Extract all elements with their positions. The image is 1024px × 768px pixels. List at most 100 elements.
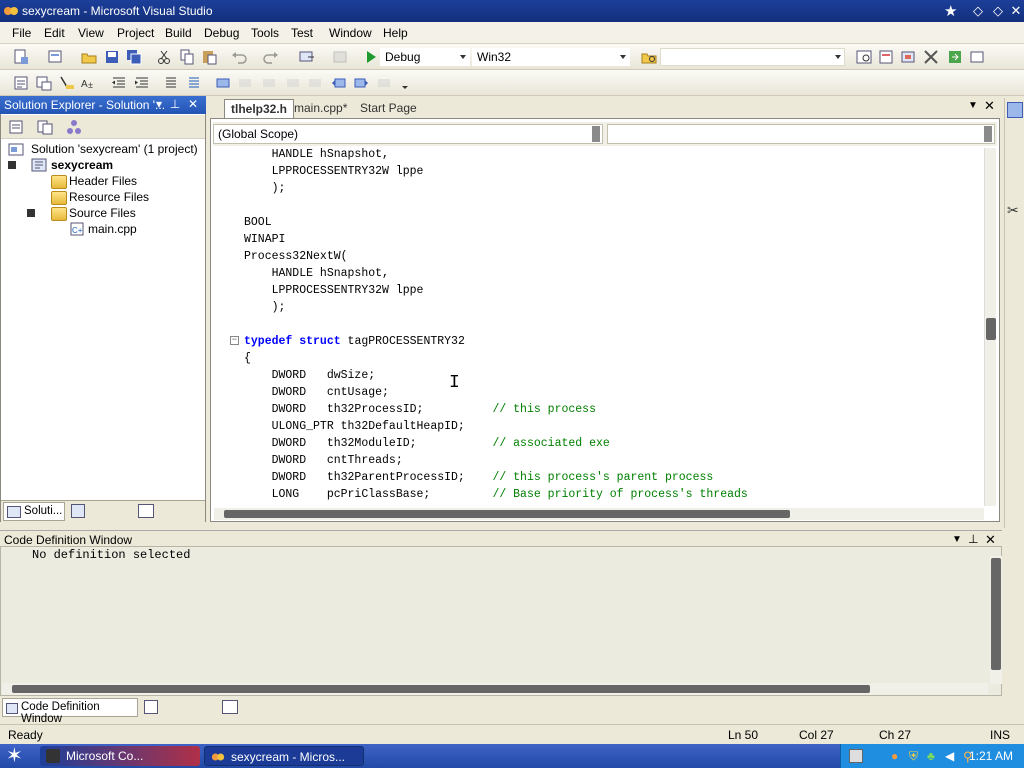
next-bookmark-folder-icon[interactable] <box>306 74 324 92</box>
taskbar-item-browser[interactable]: Microsoft Co... <box>40 746 200 766</box>
collapse-icon[interactable] <box>8 161 16 169</box>
menu-test[interactable]: Test <box>291 26 313 40</box>
window-layout-icon[interactable] <box>968 48 986 66</box>
tab-output-icon[interactable] <box>222 700 238 714</box>
tree-project[interactable]: sexycream <box>51 158 113 172</box>
add-item-icon[interactable] <box>46 48 64 66</box>
quick-info-icon[interactable] <box>58 74 76 92</box>
tree-source-files[interactable]: Source Files <box>69 206 136 220</box>
collapse-icon[interactable] <box>27 209 35 217</box>
toolbox-icon[interactable]: ✂ <box>1007 202 1023 218</box>
outline-collapse-icon[interactable]: − <box>230 336 239 345</box>
scope-select[interactable]: (Global Scope) <box>213 124 603 144</box>
code-area[interactable]: HANDLE hSnapshot, LPPROCESSENTRY32W lppe… <box>214 148 984 506</box>
redo-icon[interactable] <box>262 48 280 66</box>
solution-explorer-icon[interactable] <box>855 48 873 66</box>
undo-icon[interactable] <box>230 48 248 66</box>
decrease-indent-icon[interactable] <box>110 74 128 92</box>
class-view-icon[interactable] <box>65 118 83 136</box>
open-file-icon[interactable] <box>80 48 98 66</box>
toolbox-icon[interactable] <box>922 48 940 66</box>
horizontal-scroll-thumb[interactable] <box>224 510 790 518</box>
cut-icon[interactable] <box>155 48 173 66</box>
tab-code-definition[interactable]: Code Definition Window <box>2 698 138 725</box>
tab-solution-explorer[interactable]: Soluti... <box>3 502 65 521</box>
keyboard-icon[interactable] <box>849 749 863 763</box>
close-icon[interactable]: ✕ <box>1006 2 1024 20</box>
start-debug-icon[interactable] <box>362 48 380 66</box>
tree-header-files[interactable]: Header Files <box>69 174 137 188</box>
member-select[interactable] <box>607 124 995 144</box>
close-pane-icon[interactable]: ✕ <box>186 97 200 111</box>
previous-bookmark-folder-icon[interactable] <box>284 74 302 92</box>
network-icon[interactable]: ♣ <box>927 749 941 763</box>
start-star-icon[interactable]: ✶ <box>6 745 32 767</box>
tree-main-cpp[interactable]: main.cpp <box>88 222 137 236</box>
paste-icon[interactable] <box>200 48 218 66</box>
minimize-icon[interactable]: ◇ <box>968 2 988 20</box>
toolbar-options-icon[interactable] <box>396 74 408 92</box>
next-bookmark-icon[interactable] <box>260 74 278 92</box>
tree-resource-files[interactable]: Resource Files <box>69 190 149 204</box>
previous-bookmark-doc-icon[interactable] <box>330 74 348 92</box>
menu-debug[interactable]: Debug <box>204 26 239 40</box>
clear-bookmarks-icon[interactable] <box>375 74 393 92</box>
scope-dropdown-handle[interactable] <box>592 126 600 142</box>
solution-config-select[interactable]: Debug <box>380 48 470 66</box>
increase-indent-icon[interactable] <box>133 74 151 92</box>
menu-view[interactable]: View <box>78 26 104 40</box>
save-all-icon[interactable] <box>125 48 143 66</box>
vertical-scroll-thumb[interactable] <box>986 318 996 340</box>
menu-help[interactable]: Help <box>383 26 408 40</box>
code-definition-hscroll[interactable] <box>2 683 988 695</box>
start-page-icon[interactable] <box>946 48 964 66</box>
copy-icon[interactable] <box>178 48 196 66</box>
uncomment-lines-icon[interactable] <box>185 74 203 92</box>
restore-icon[interactable]: ◇ <box>988 2 1008 20</box>
security-shield-icon[interactable]: ⛨ <box>909 749 921 763</box>
tree-solution[interactable]: Solution 'sexycream' (1 project) <box>31 142 198 156</box>
toggle-bookmark-icon[interactable] <box>214 74 232 92</box>
show-all-files-icon[interactable] <box>36 118 54 136</box>
comment-lines-icon[interactable] <box>162 74 180 92</box>
platform-select[interactable]: Win32 <box>472 48 630 66</box>
menu-tools[interactable]: Tools <box>251 26 279 40</box>
tab-class-view-icon[interactable] <box>71 504 85 518</box>
window-position-icon[interactable]: ▼ <box>952 534 962 545</box>
volume-icon[interactable]: ◀ <box>945 749 959 763</box>
tab-start-page[interactable]: Start Page <box>354 99 423 118</box>
horizontal-scrollbar[interactable] <box>214 508 984 520</box>
menu-build[interactable]: Build <box>165 26 192 40</box>
menu-edit[interactable]: Edit <box>44 26 65 40</box>
code-definition-vscroll-thumb[interactable] <box>991 558 1001 670</box>
tab-property-manager-icon[interactable] <box>138 504 154 518</box>
code-definition-vscroll[interactable] <box>990 556 1002 684</box>
pin-star-icon[interactable]: ★ <box>944 2 962 20</box>
find-in-files-icon[interactable] <box>640 48 658 66</box>
save-icon[interactable] <box>103 48 121 66</box>
properties-icon[interactable] <box>7 118 25 136</box>
vs-tray-icon[interactable]: ● <box>891 749 905 763</box>
complete-word-icon[interactable]: A ± <box>80 74 98 92</box>
close-document-icon[interactable]: ✕ <box>984 98 995 114</box>
new-project-icon[interactable] <box>12 48 30 66</box>
tab-call-browser-icon[interactable] <box>144 700 158 714</box>
menu-window[interactable]: Window <box>329 26 372 40</box>
menu-project[interactable]: Project <box>117 26 154 40</box>
next-bookmark-doc-icon[interactable] <box>352 74 370 92</box>
find-combo[interactable] <box>660 48 845 66</box>
code-definition-hscroll-thumb[interactable] <box>12 685 870 693</box>
tab-main-cpp[interactable]: main.cpp* <box>288 99 353 118</box>
active-files-dropdown-icon[interactable]: ▼ <box>968 100 978 111</box>
auto-hide-pin-icon[interactable]: ⊥ <box>968 532 978 546</box>
server-explorer-icon[interactable] <box>1007 102 1023 118</box>
menu-file[interactable]: File <box>12 26 31 40</box>
navigate-icon[interactable] <box>298 48 316 66</box>
object-browser-icon[interactable] <box>899 48 917 66</box>
parameter-info-icon[interactable] <box>35 74 53 92</box>
vertical-scrollbar[interactable] <box>984 148 996 506</box>
auto-hide-pin-icon[interactable]: ⊥ <box>168 97 182 111</box>
taskbar-item-visual-studio[interactable]: sexycream - Micros... <box>204 746 364 766</box>
previous-bookmark-icon[interactable] <box>236 74 254 92</box>
display-object-members-icon[interactable] <box>12 74 30 92</box>
